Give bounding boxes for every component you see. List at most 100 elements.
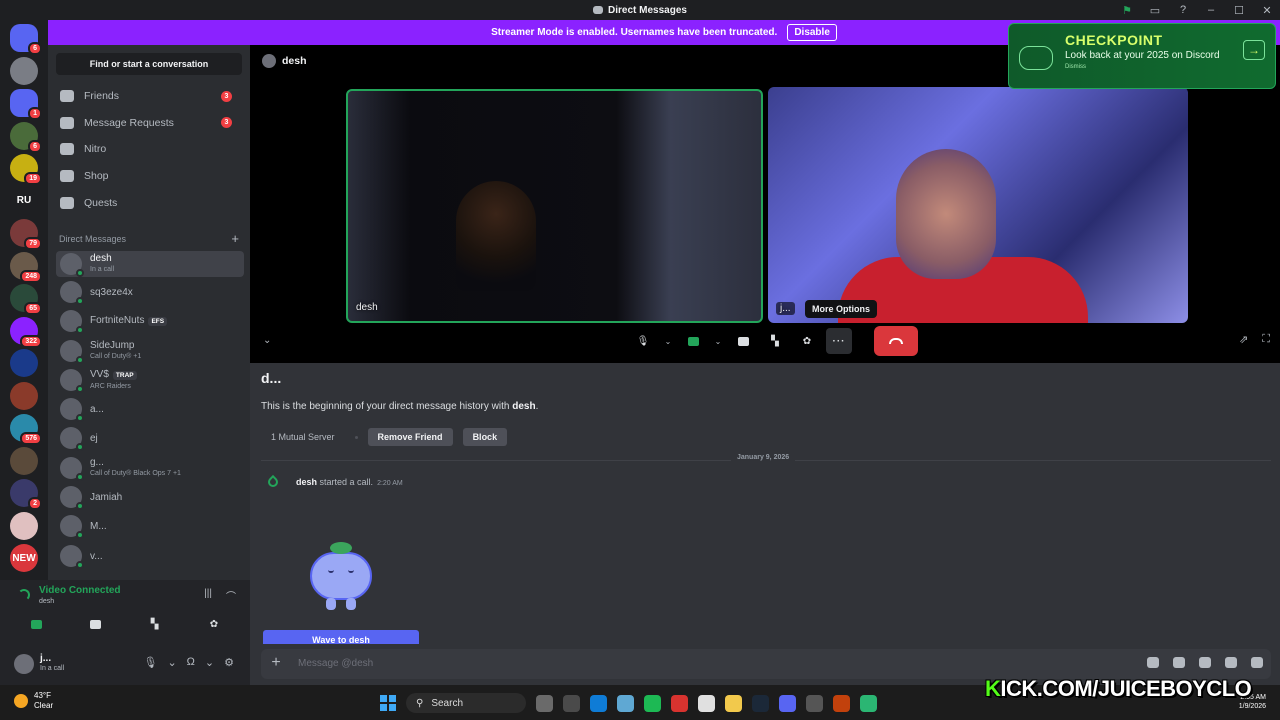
server-icon[interactable]: 248 [10,251,42,283]
server-icon[interactable]: 6 [10,24,42,55]
fullscreen-icon[interactable]: ⛶ [1262,333,1270,346]
dm-item[interactable]: FortniteNuts EFS [56,308,244,334]
chevron-down-icon[interactable]: ⌄ [662,328,674,354]
block-button[interactable]: Block [462,428,508,446]
more-options-button[interactable]: ··· [826,328,852,354]
noise-suppression-icon[interactable]: ||| [204,588,212,603]
chevron-down-icon[interactable]: ⌄ [712,328,724,354]
server-icon[interactable]: 322 [10,316,42,348]
server-icon[interactable] [10,381,38,410]
server-icon[interactable]: 6 [10,121,42,153]
soundboard-button[interactable]: ✿ [794,328,820,354]
dm-item[interactable]: sq3eze4x [56,279,244,305]
chevron-down-icon[interactable]: ⌄ [205,656,214,669]
server-icon[interactable]: RU [10,186,38,215]
checkpoint-promo[interactable]: CHECKPOINT Look back at your 2025 on Dis… [1008,23,1276,89]
screen-share-button[interactable] [69,613,121,635]
server-icon[interactable]: 1 [10,89,42,120]
app-icon[interactable] [833,694,850,712]
dm-item[interactable]: M... [56,513,244,539]
dm-item[interactable]: VV$ TRAP ARC Raiders [56,367,244,393]
server-icon[interactable]: 2 [10,479,42,510]
gif-icon[interactable] [1173,657,1185,668]
checkpoint-dismiss[interactable]: Dismiss [1065,64,1086,70]
server-icon[interactable]: 79 [10,219,42,250]
microphone-icon[interactable]: 🎙 [143,656,157,669]
edge-icon[interactable] [590,694,607,712]
video-tile-desh[interactable]: desh [346,89,763,323]
sidebar-item-quests[interactable]: Quests [56,190,242,216]
server-icon[interactable]: NEW [10,544,38,572]
server-icon[interactable] [10,511,38,540]
app-icon[interactable] [536,694,553,712]
sidebar-item-shop[interactable]: Shop [56,163,242,189]
taskview-icon[interactable] [563,694,580,712]
dm-item[interactable]: v... [56,543,244,569]
message-input[interactable]: Message @desh [298,658,373,669]
apps-icon[interactable] [1251,657,1263,668]
mutual-servers-button[interactable]: 1 Mutual Server [261,429,345,445]
app-icon[interactable] [671,694,688,712]
server-icon[interactable] [10,56,38,85]
app-icon[interactable] [860,694,877,712]
taskbar-search[interactable]: ⚲ Search [406,693,526,713]
weather-widget[interactable]: 43°F Clear [14,691,53,711]
gift-icon[interactable] [1147,657,1159,668]
maximize-button[interactable]: ☐ [1230,2,1248,18]
dm-item[interactable]: SideJump Call of Duty® +1 [56,338,244,364]
activities-button[interactable]: ▚ [762,328,788,354]
mute-button[interactable]: 🎙 [630,328,656,354]
inbox-icon[interactable]: ▭ [1146,2,1164,18]
close-button[interactable]: ✕ [1258,2,1276,18]
screen-share-button[interactable] [730,328,756,354]
arrow-right-icon[interactable]: → [1243,40,1265,60]
disable-streamer-button[interactable]: Disable [787,24,837,41]
dm-item[interactable]: desh In a call [56,251,244,277]
sticker-icon[interactable] [1199,657,1211,668]
create-dm-icon[interactable]: + [231,232,239,245]
hang-up-button[interactable] [874,326,918,356]
sidebar-item-nitro[interactable]: Nitro [56,136,242,162]
sidebar-item-message-requests[interactable]: Message Requests 3 [56,110,242,136]
file-explorer-icon[interactable] [725,694,742,712]
app-icon[interactable] [617,694,634,712]
chevron-down-icon[interactable]: ⌄ [167,656,176,669]
server-icon[interactable]: 65 [10,284,42,315]
add-attachment-icon[interactable]: + [267,655,285,673]
dm-item[interactable]: ej [56,425,244,451]
server-icon[interactable]: 576 [10,414,42,445]
remove-friend-button[interactable]: Remove Friend [367,428,453,446]
disconnect-icon[interactable]: ⌒ [226,588,236,603]
activities-button[interactable]: ▚ [129,613,181,635]
soundboard-button[interactable]: ✿ [188,613,240,635]
gear-icon[interactable]: ⚙ [224,656,234,669]
signal-icon[interactable] [18,589,30,601]
camera-button[interactable] [680,328,706,354]
popout-icon[interactable]: ⇗ [1239,333,1248,346]
app-icon[interactable] [698,694,715,712]
flag-icon[interactable]: ⚑ [1118,2,1136,18]
discord-icon[interactable] [779,694,796,712]
dm-item[interactable]: a... [56,396,244,422]
find-conversation-button[interactable]: Find or start a conversation [56,53,242,75]
headphones-icon[interactable]: Ω [187,656,195,669]
dm-item[interactable]: Jamiah [56,484,244,510]
video-tile-self[interactable]: j... [768,87,1188,323]
spotify-icon[interactable] [644,694,661,712]
steam-icon[interactable] [752,694,769,712]
voice-status[interactable]: Video Connected [39,585,121,596]
server-icon[interactable] [10,446,38,475]
call-user[interactable]: desh [296,477,317,487]
camera-button[interactable] [10,613,62,635]
avatar[interactable] [14,654,34,674]
windows-start-icon[interactable] [380,695,396,711]
dm-item[interactable]: g... Call of Duty® Black Ops 7 +1 [56,455,244,481]
app-icon[interactable] [806,694,823,712]
wave-button[interactable]: Wave to desh [263,630,419,644]
server-icon[interactable] [10,349,38,377]
server-icon[interactable]: 19 [10,154,42,185]
minimize-button[interactable]: – [1202,2,1220,18]
chevron-down-icon[interactable]: ⌄ [263,335,271,346]
help-icon[interactable]: ? [1174,2,1192,18]
emoji-icon[interactable] [1225,657,1237,668]
